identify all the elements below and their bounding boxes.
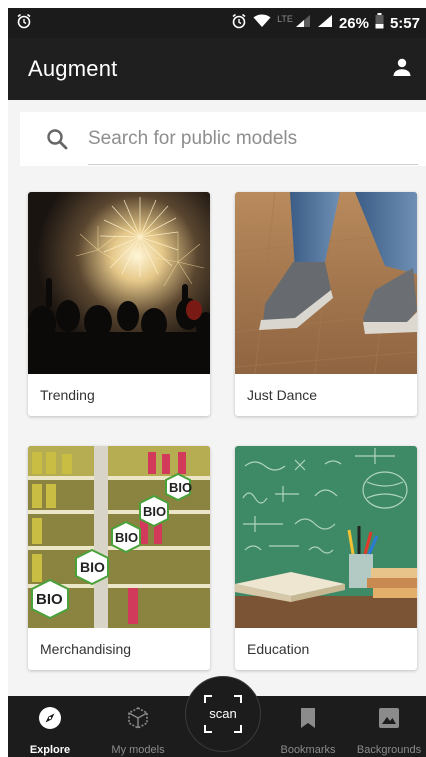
- nav-item-backgrounds[interactable]: Backgrounds: [352, 696, 426, 757]
- network-type-label: LTE: [277, 14, 293, 24]
- just-dance-thumbnail: [235, 192, 417, 374]
- app-bar: Augment: [8, 38, 426, 100]
- svg-text:BIO: BIO: [115, 530, 138, 545]
- clock: 5:57: [389, 14, 420, 32]
- trending-thumbnail: [28, 192, 210, 374]
- scan-button[interactable]: scan: [185, 676, 261, 752]
- category-label: Education: [247, 641, 310, 657]
- nav-item-my-models[interactable]: My models: [96, 696, 180, 757]
- compass-icon: [38, 706, 62, 730]
- category-card-trending[interactable]: Trending: [28, 192, 210, 416]
- category-card-education[interactable]: Education: [235, 446, 417, 670]
- nav-label: Bookmarks: [280, 744, 336, 756]
- account-icon: [392, 57, 412, 82]
- search-icon[interactable]: [44, 126, 70, 152]
- cell-signal-icon: [317, 14, 333, 32]
- cell-signal-icon: [295, 14, 311, 32]
- status-right: LTE 26% 5:57: [231, 13, 420, 33]
- svg-text:BIO: BIO: [143, 504, 166, 519]
- explore-content: Trending: [8, 100, 426, 696]
- status-left: [16, 13, 32, 33]
- nav-label: Explore: [29, 744, 71, 756]
- image-icon: [378, 706, 400, 730]
- battery-icon: [375, 13, 384, 33]
- category-card-merchandising[interactable]: BIO BIO BIO BIO BIO Merchandising: [28, 446, 210, 670]
- wifi-icon: [253, 14, 271, 32]
- merchandising-thumbnail: BIO BIO BIO BIO BIO: [28, 446, 210, 628]
- svg-text:BIO: BIO: [80, 559, 105, 575]
- scan-label: scan: [209, 706, 237, 721]
- account-button[interactable]: [392, 57, 412, 82]
- app-title: Augment: [28, 56, 118, 81]
- search-bar: [20, 112, 426, 166]
- nav-label: My models: [111, 744, 165, 756]
- nav-item-explore[interactable]: Explore: [8, 696, 92, 757]
- category-label: Just Dance: [247, 387, 318, 403]
- bookmark-icon: [299, 706, 317, 730]
- education-thumbnail: [235, 446, 417, 628]
- category-label: Merchandising: [40, 641, 132, 657]
- alarm-icon: [16, 13, 32, 33]
- search-input[interactable]: [88, 113, 418, 165]
- scan-frame-icon: scan: [204, 695, 242, 733]
- svg-text:BIO: BIO: [169, 480, 192, 495]
- nav-label: Backgrounds: [356, 744, 422, 756]
- category-label: Trending: [40, 387, 95, 403]
- nav-item-bookmarks[interactable]: Bookmarks: [268, 696, 348, 757]
- svg-text:BIO: BIO: [36, 591, 63, 608]
- battery-percent: 26%: [338, 14, 369, 32]
- alarm-icon: [231, 13, 247, 33]
- category-card-just-dance[interactable]: Just Dance: [235, 192, 417, 416]
- status-bar: LTE 26% 5:57: [8, 8, 426, 38]
- cube-icon: [126, 706, 150, 730]
